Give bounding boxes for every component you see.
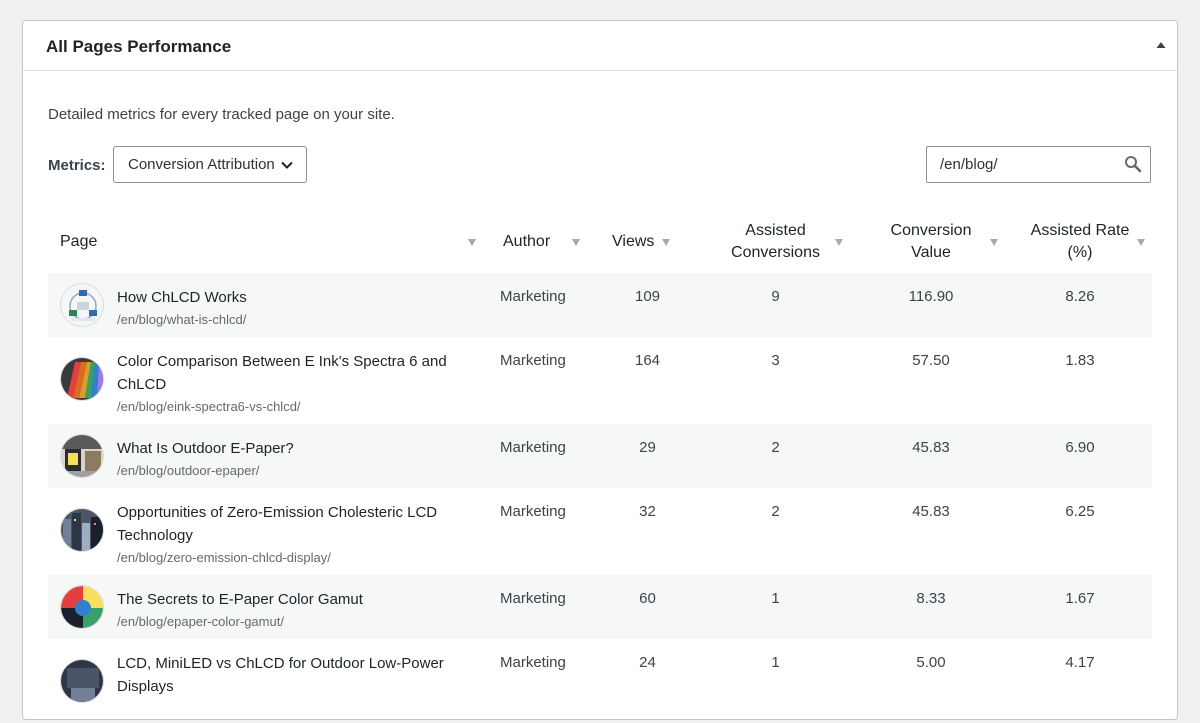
table-row: LCD, MiniLED vs ChLCD for Outdoor Low-Po… <box>48 639 1152 723</box>
conversion-value-cell: 8.33 <box>916 590 946 607</box>
pages-table: Page Author Views Assisted Conversions Co… <box>48 211 1152 723</box>
views-cell: 32 <box>639 503 656 520</box>
author-cell: Marketing <box>500 352 566 369</box>
page-title-link[interactable]: Color Comparison Between E Ink's Spectra… <box>117 350 494 396</box>
author-cell: Marketing <box>500 503 566 520</box>
page-title-link[interactable]: The Secrets to E-Paper Color Gamut <box>117 588 494 611</box>
views-cell: 24 <box>639 654 656 671</box>
chevron-down-icon <box>280 158 294 172</box>
page-path: /en/blog/outdoor-epaper/ <box>117 463 260 478</box>
sort-arrow-icon[interactable] <box>572 239 580 246</box>
assisted-conversions-cell: 2 <box>771 439 780 456</box>
page-cell: What Is Outdoor E-Paper? /en/blog/outdoo… <box>48 424 494 488</box>
column-header-conversion-value[interactable]: Conversion Value <box>854 211 1008 273</box>
thumbnail-display-image <box>60 659 104 703</box>
author-cell: Marketing <box>500 439 566 456</box>
metrics-label: Metrics: <box>48 157 106 174</box>
page-cell: How ChLCD Works /en/blog/what-is-chlcd/ <box>48 273 494 337</box>
page-title-link[interactable]: What Is Outdoor E-Paper? <box>117 437 494 460</box>
metrics-dropdown-value: Conversion Attribution <box>128 156 275 173</box>
assisted-conversions-cell: 1 <box>771 590 780 607</box>
thumbnail-gamut-image <box>60 585 104 629</box>
views-cell: 164 <box>634 352 661 369</box>
assisted-rate-cell: 8.26 <box>1065 288 1095 305</box>
page-path: /en/blog/what-is-chlcd/ <box>117 312 247 327</box>
page-title-link[interactable]: LCD, MiniLED vs ChLCD for Outdoor Low-Po… <box>117 652 494 698</box>
views-cell: 29 <box>639 439 656 456</box>
page-cell: Opportunities of Zero-Emission Cholester… <box>48 488 494 575</box>
conversion-value-cell: 116.90 <box>908 288 954 305</box>
panel-title: All Pages Performance <box>46 37 232 56</box>
author-cell: Marketing <box>500 288 566 305</box>
thumbnail-city-image <box>60 508 104 552</box>
page-path: /en/blog/eink-spectra6-vs-chlcd/ <box>117 399 301 414</box>
page-path: /en/blog/epaper-color-gamut/ <box>117 614 284 629</box>
page-cell: Color Comparison Between E Ink's Spectra… <box>48 337 494 424</box>
sort-arrow-icon[interactable] <box>990 239 998 246</box>
all-pages-performance-panel: All Pages Performance Detailed metrics f… <box>22 20 1178 720</box>
assisted-conversions-cell: 9 <box>771 288 780 305</box>
page-title-link[interactable]: Opportunities of Zero-Emission Cholester… <box>117 501 494 547</box>
views-cell: 109 <box>634 288 661 305</box>
sort-arrow-icon[interactable] <box>1137 239 1145 246</box>
conversion-value-cell: 57.50 <box>912 352 950 369</box>
column-header-assisted-rate[interactable]: Assisted Rate (%) <box>1008 211 1152 273</box>
sort-arrow-icon[interactable] <box>835 239 843 246</box>
column-header-assisted-conversions[interactable]: Assisted Conversions <box>697 211 854 273</box>
author-cell: Marketing <box>500 590 566 607</box>
panel-header: All Pages Performance <box>23 21 1177 71</box>
assisted-rate-cell: 6.25 <box>1065 503 1095 520</box>
page-cell: LCD, MiniLED vs ChLCD for Outdoor Low-Po… <box>48 639 494 723</box>
thumbnail-diagram-image <box>60 283 104 327</box>
conversion-value-cell: 45.83 <box>912 439 950 456</box>
assisted-rate-cell: 4.17 <box>1065 654 1095 671</box>
assisted-rate-cell: 1.83 <box>1065 352 1095 369</box>
conversion-value-cell: 5.00 <box>916 654 946 671</box>
collapse-toggle-icon[interactable] <box>1153 37 1169 53</box>
sort-arrow-icon[interactable] <box>662 239 670 246</box>
search-box <box>926 146 1151 183</box>
table-row: The Secrets to E-Paper Color Gamut /en/b… <box>48 575 1152 639</box>
table-header-row: Page Author Views Assisted Conversions Co… <box>48 211 1152 273</box>
search-icon[interactable] <box>1124 155 1142 173</box>
column-header-page[interactable]: Page <box>48 211 494 273</box>
table-row: What Is Outdoor E-Paper? /en/blog/outdoo… <box>48 424 1152 488</box>
column-header-views[interactable]: Views <box>598 211 697 273</box>
assisted-conversions-cell: 1 <box>771 654 780 671</box>
page-title-link[interactable]: How ChLCD Works <box>117 286 494 309</box>
assisted-conversions-cell: 3 <box>771 352 780 369</box>
page-path: /en/blog/zero-emission-chlcd-display/ <box>117 550 331 565</box>
metrics-dropdown[interactable]: Conversion Attribution <box>113 146 307 183</box>
page-cell: The Secrets to E-Paper Color Gamut /en/b… <box>48 575 494 639</box>
conversion-value-cell: 45.83 <box>912 503 950 520</box>
thumbnail-color-image <box>60 357 104 401</box>
assisted-rate-cell: 6.90 <box>1065 439 1095 456</box>
views-cell: 60 <box>639 590 656 607</box>
author-cell: Marketing <box>500 654 566 671</box>
table-row: Color Comparison Between E Ink's Spectra… <box>48 337 1152 424</box>
column-header-author[interactable]: Author <box>494 211 598 273</box>
assisted-conversions-cell: 2 <box>771 503 780 520</box>
assisted-rate-cell: 1.67 <box>1065 590 1095 607</box>
sort-arrow-icon[interactable] <box>468 239 476 246</box>
table-row: How ChLCD Works /en/blog/what-is-chlcd/ … <box>48 273 1152 337</box>
panel-description: Detailed metrics for every tracked page … <box>48 106 395 123</box>
table-row: Opportunities of Zero-Emission Cholester… <box>48 488 1152 575</box>
thumbnail-outdoor-image <box>60 434 104 478</box>
search-input[interactable] <box>927 147 1117 182</box>
